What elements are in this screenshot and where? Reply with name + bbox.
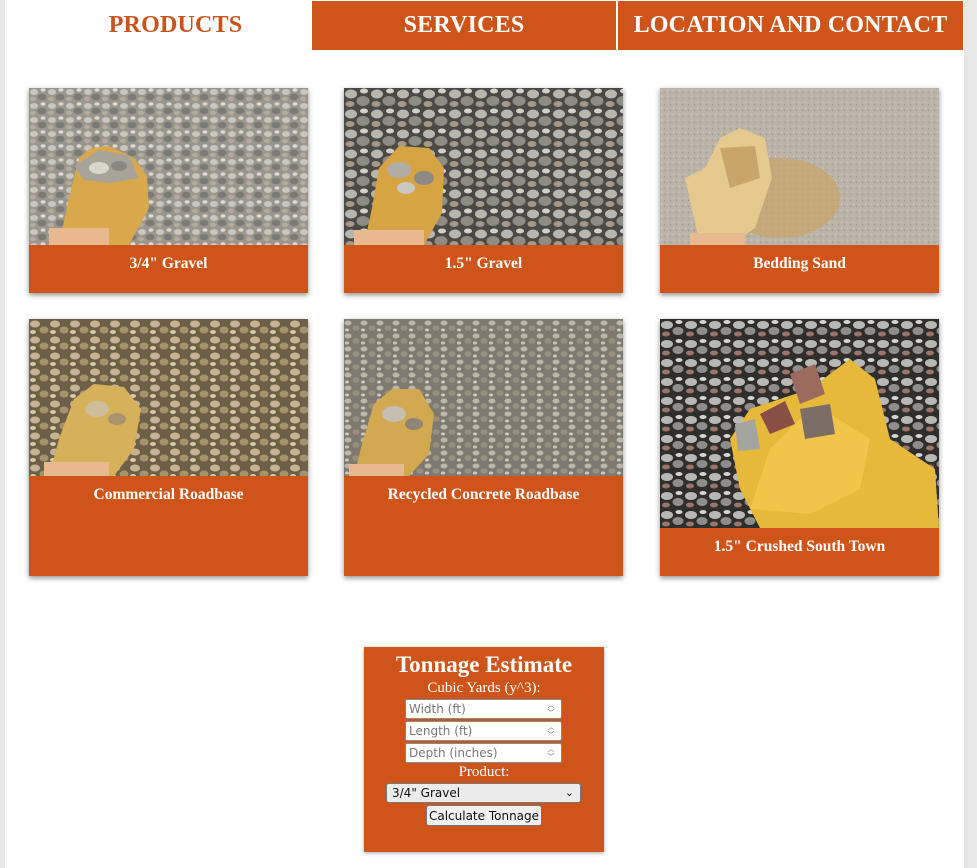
width-field[interactable]: ︿﹀ [405,699,562,719]
product-card-commercial-roadbase[interactable]: Commercial Roadbase [29,319,308,576]
product-label: Product: [458,764,510,780]
product-card-1-5-gravel[interactable]: 1.5" Gravel [344,88,623,293]
page-border-right [964,0,977,868]
cubic-yards-label: Cubic Yards (y^3): [427,680,541,696]
length-spinner-icon[interactable]: ︿ ﹀ [545,723,557,739]
length-input[interactable] [406,723,539,739]
product-name: 3/4" Gravel [129,255,208,272]
calculator-title: Tonnage Estimate [395,652,573,677]
product-card-1-5-crushed-south-town[interactable]: 1.5" Crushed South Town [660,319,939,576]
product-photo-3-4-gravel [29,88,308,245]
page-border-left [0,0,5,868]
depth-spinner-icon[interactable]: ︿ ﹀ [545,745,557,761]
product-photo-commercial-roadbase [29,319,308,476]
width-spinner-icon[interactable]: ︿ ﹀ [545,701,557,717]
depth-input[interactable] [406,745,539,761]
product-select[interactable]: 3/4" Gravel ⌄ [386,783,581,803]
product-card-recycled-concrete-roadbase[interactable]: Recycled Concrete Roadbase [344,319,623,576]
length-field[interactable]: ︿﹀ [405,721,562,741]
product-name: 1.5" Gravel [444,255,523,272]
depth-field[interactable]: ︿﹀ [405,743,562,763]
product-name: Recycled Concrete Roadbase [387,486,580,503]
tab-products[interactable]: PRODUCTS [40,1,311,50]
product-name: Bedding Sand [753,255,846,272]
selected-product-value: 3/4" Gravel [392,786,461,800]
product-card-3-4-gravel[interactable]: 3/4" Gravel [29,88,308,293]
calculate-tonnage-button[interactable]: Calculate Tonnage [426,805,542,826]
width-input[interactable] [406,701,539,717]
product-name: Commercial Roadbase [93,486,244,503]
product-photo-1-5-gravel [344,88,623,245]
product-photo-bedding-sand [660,88,939,245]
product-photo-1-5-crushed-south-town [660,319,939,528]
product-photo-recycled-concrete-roadbase [344,319,623,476]
chevron-down-icon: ⌄ [564,786,574,799]
product-name: 1.5" Crushed South Town [713,538,886,555]
product-card-bedding-sand[interactable]: Bedding Sand [660,88,939,293]
tab-location-and-contact[interactable]: LOCATION AND CONTACT [618,1,963,50]
tab-services[interactable]: SERVICES [312,1,616,50]
tonnage-estimate-panel: Tonnage Estimate Cubic Yards (y^3): ︿﹀ ︿… [364,647,604,852]
